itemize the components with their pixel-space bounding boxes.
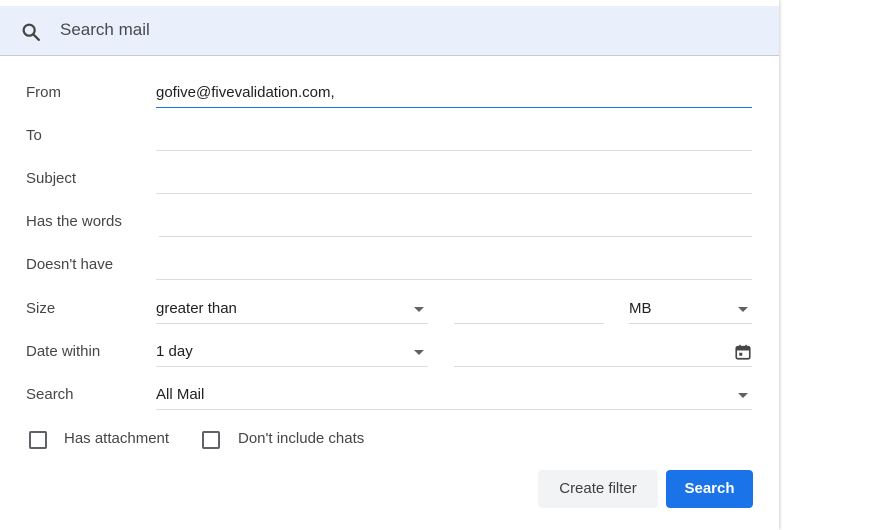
has-words-field[interactable]: [159, 207, 752, 237]
size-label: Size: [26, 300, 56, 317]
dont-include-chats-label[interactable]: Don't include chats: [238, 429, 364, 449]
create-filter-button[interactable]: Create filter: [538, 470, 658, 508]
date-input[interactable]: [454, 337, 752, 367]
chevron-down-icon: [414, 307, 424, 312]
has-words-row: Has the words: [0, 207, 779, 237]
from-value: gofive@fivevalidation.com,: [156, 84, 335, 101]
date-within-row: Date within 1 day: [0, 337, 779, 367]
to-field[interactable]: [156, 121, 752, 151]
subject-row: Subject: [0, 164, 779, 194]
to-row: To: [0, 121, 779, 151]
chevron-down-icon: [738, 307, 748, 312]
search-in-label: Search: [26, 386, 74, 403]
search-bar[interactable]: Search mail: [0, 6, 779, 56]
size-unit-dropdown[interactable]: MB: [629, 294, 752, 324]
from-label: From: [26, 84, 61, 101]
date-within-label: Date within: [26, 343, 101, 360]
subject-field[interactable]: [156, 164, 752, 194]
has-attachment-label[interactable]: Has attachment: [64, 429, 169, 449]
size-value-input[interactable]: [454, 294, 604, 324]
search-in-dropdown[interactable]: All Mail: [156, 380, 752, 410]
from-row: From gofive@fivevalidation.com,: [0, 78, 779, 108]
subject-label: Subject: [26, 170, 77, 187]
advanced-search-panel: Search mail From gofive@fivevalidation.c…: [0, 0, 779, 530]
size-operator-dropdown[interactable]: greater than: [156, 294, 428, 324]
size-operator-value: greater than: [156, 300, 237, 317]
search-input[interactable]: Search mail: [60, 20, 150, 40]
doesnt-have-row: Doesn't have: [0, 250, 779, 280]
has-attachment-checkbox[interactable]: [29, 431, 47, 449]
doesnt-have-field[interactable]: [156, 250, 752, 280]
search-in-row: Search All Mail: [0, 380, 779, 410]
dont-include-chats-checkbox[interactable]: [202, 431, 220, 449]
to-label: To: [26, 127, 42, 144]
search-icon[interactable]: [20, 21, 42, 43]
chevron-down-icon: [414, 350, 424, 355]
doesnt-have-label: Doesn't have: [26, 256, 114, 273]
size-unit-value: MB: [629, 300, 652, 317]
search-in-value: All Mail: [156, 386, 205, 403]
search-button[interactable]: Search: [666, 470, 753, 508]
has-words-label: Has the words: [26, 213, 122, 230]
size-row: Size greater than MB: [0, 294, 779, 324]
date-range-dropdown[interactable]: 1 day: [156, 337, 428, 367]
chevron-down-icon: [738, 393, 748, 398]
from-field[interactable]: gofive@fivevalidation.com,: [156, 78, 752, 108]
calendar-icon[interactable]: [734, 343, 752, 361]
date-range-value: 1 day: [156, 343, 193, 360]
